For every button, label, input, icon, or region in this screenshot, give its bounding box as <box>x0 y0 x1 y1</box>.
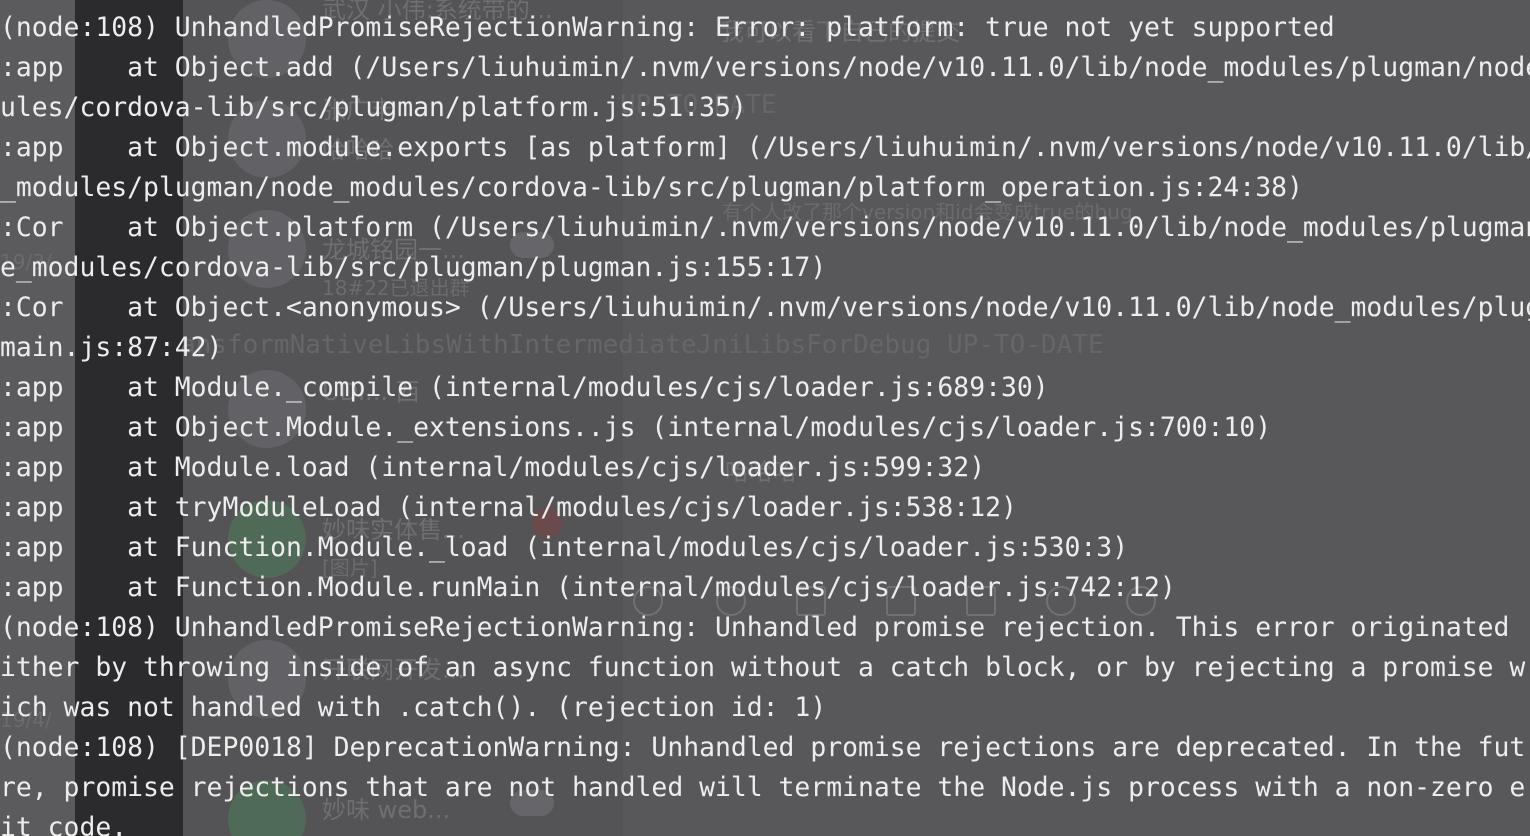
terminal-line: (node:108) UnhandledPromiseRejectionWarn… <box>0 12 1335 43</box>
screen: 19/3/ 19/4/ 武汉 小伟:系统带的... 张广丰 哈哈哈 龙城铭园一.… <box>0 0 1530 836</box>
terminal-line: ich was not handled with .catch(). (reje… <box>0 692 827 723</box>
terminal-line: :app at Object.Module._extensions..js (i… <box>0 412 1272 443</box>
terminal-line: :Cor at Object.<anonymous> (/Users/liuhu… <box>0 292 1530 323</box>
terminal-line: it code. <box>0 812 128 836</box>
terminal-line: :app at Function.Module._load (internal/… <box>0 532 1129 563</box>
terminal-line: :app at tryModuleLoad (internal/modules/… <box>0 492 1017 523</box>
terminal-line: :Cor at Object.platform (/Users/liuhuimi… <box>0 212 1530 243</box>
terminal-line: ules/cordova-lib/src/plugman/platform.js… <box>0 92 747 123</box>
terminal-line: main.js:87:42) <box>0 332 223 363</box>
terminal-line: :app at Module._compile (internal/module… <box>0 372 1049 403</box>
terminal-line: ither by throwing inside of an async fun… <box>0 652 1526 683</box>
terminal-line: :app at Module.load (internal/modules/cj… <box>0 452 986 483</box>
terminal-line: (node:108) [DEP0018] DeprecationWarning:… <box>0 732 1526 763</box>
terminal-line: (node:108) UnhandledPromiseRejectionWarn… <box>0 612 1526 643</box>
terminal-output[interactable]: (node:108) UnhandledPromiseRejectionWarn… <box>0 0 1530 836</box>
terminal-line: :app at Function.Module.runMain (interna… <box>0 572 1176 603</box>
terminal-line: _modules/plugman/node_modules/cordova-li… <box>0 172 1303 203</box>
terminal-line: :app at Object.module.exports [as platfo… <box>0 132 1530 163</box>
terminal-line: e_modules/cordova-lib/src/plugman/plugma… <box>0 252 827 283</box>
terminal-line: re, promise rejections that are not hand… <box>0 772 1526 803</box>
terminal-line: :app at Object.add (/Users/liuhuimin/.nv… <box>0 52 1530 83</box>
